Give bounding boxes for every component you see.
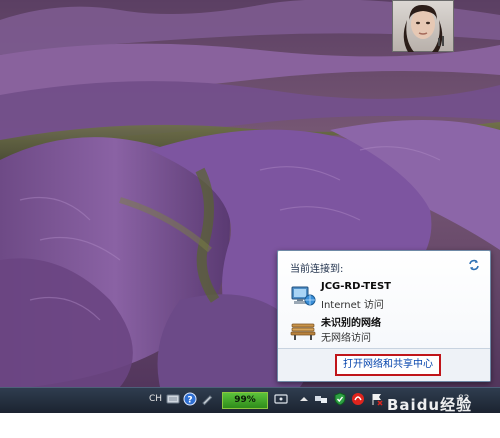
keyboard-icon[interactable] [166, 392, 180, 406]
desktop: 当前连接到: JCG-RD-TEST Internet 访问 未识别的网络 无网… [0, 0, 500, 438]
network-status-icon[interactable] [314, 392, 328, 406]
network-computer-icon [291, 286, 316, 306]
flag-alert-icon[interactable] [370, 392, 384, 406]
flyout-footer: 打开网络和共享中心 [278, 348, 490, 381]
network-name: JCG-RD-TEST [321, 281, 391, 292]
baidu-watermark: Baidu经验 [387, 396, 473, 414]
bench-network-icon [290, 323, 316, 340]
network-item-jcg-rd-test[interactable]: JCG-RD-TEST Internet 访问 [288, 280, 478, 314]
network-status: 无网络访问 [321, 333, 371, 344]
network-item-unidentified[interactable]: 未识别的网络 无网络访问 [288, 313, 478, 347]
security-shield-icon[interactable] [333, 392, 347, 406]
help-icon[interactable]: ? [183, 392, 197, 406]
network-name: 未识别的网络 [321, 318, 381, 329]
svg-text:?: ? [187, 396, 192, 406]
language-indicator[interactable]: CH [149, 394, 162, 404]
network-status: Internet 访问 [321, 300, 384, 311]
user-avatar [392, 0, 454, 52]
show-hidden-icons-arrow[interactable] [297, 392, 311, 406]
open-network-sharing-center-link[interactable]: 打开网络和共享中心 [335, 354, 441, 376]
network-flyout: 当前连接到: JCG-RD-TEST Internet 访问 未识别的网络 无网… [277, 250, 491, 382]
battery-indicator[interactable]: 99% [222, 392, 268, 409]
refresh-icon[interactable] [467, 258, 481, 272]
person-portrait-icon [403, 4, 444, 52]
bottom-white-strip [0, 413, 500, 438]
pen-input-icon[interactable] [200, 392, 214, 406]
flyout-title: 当前连接到: [290, 264, 344, 275]
antivirus-icon[interactable] [351, 392, 365, 406]
display-icon[interactable] [274, 392, 288, 406]
